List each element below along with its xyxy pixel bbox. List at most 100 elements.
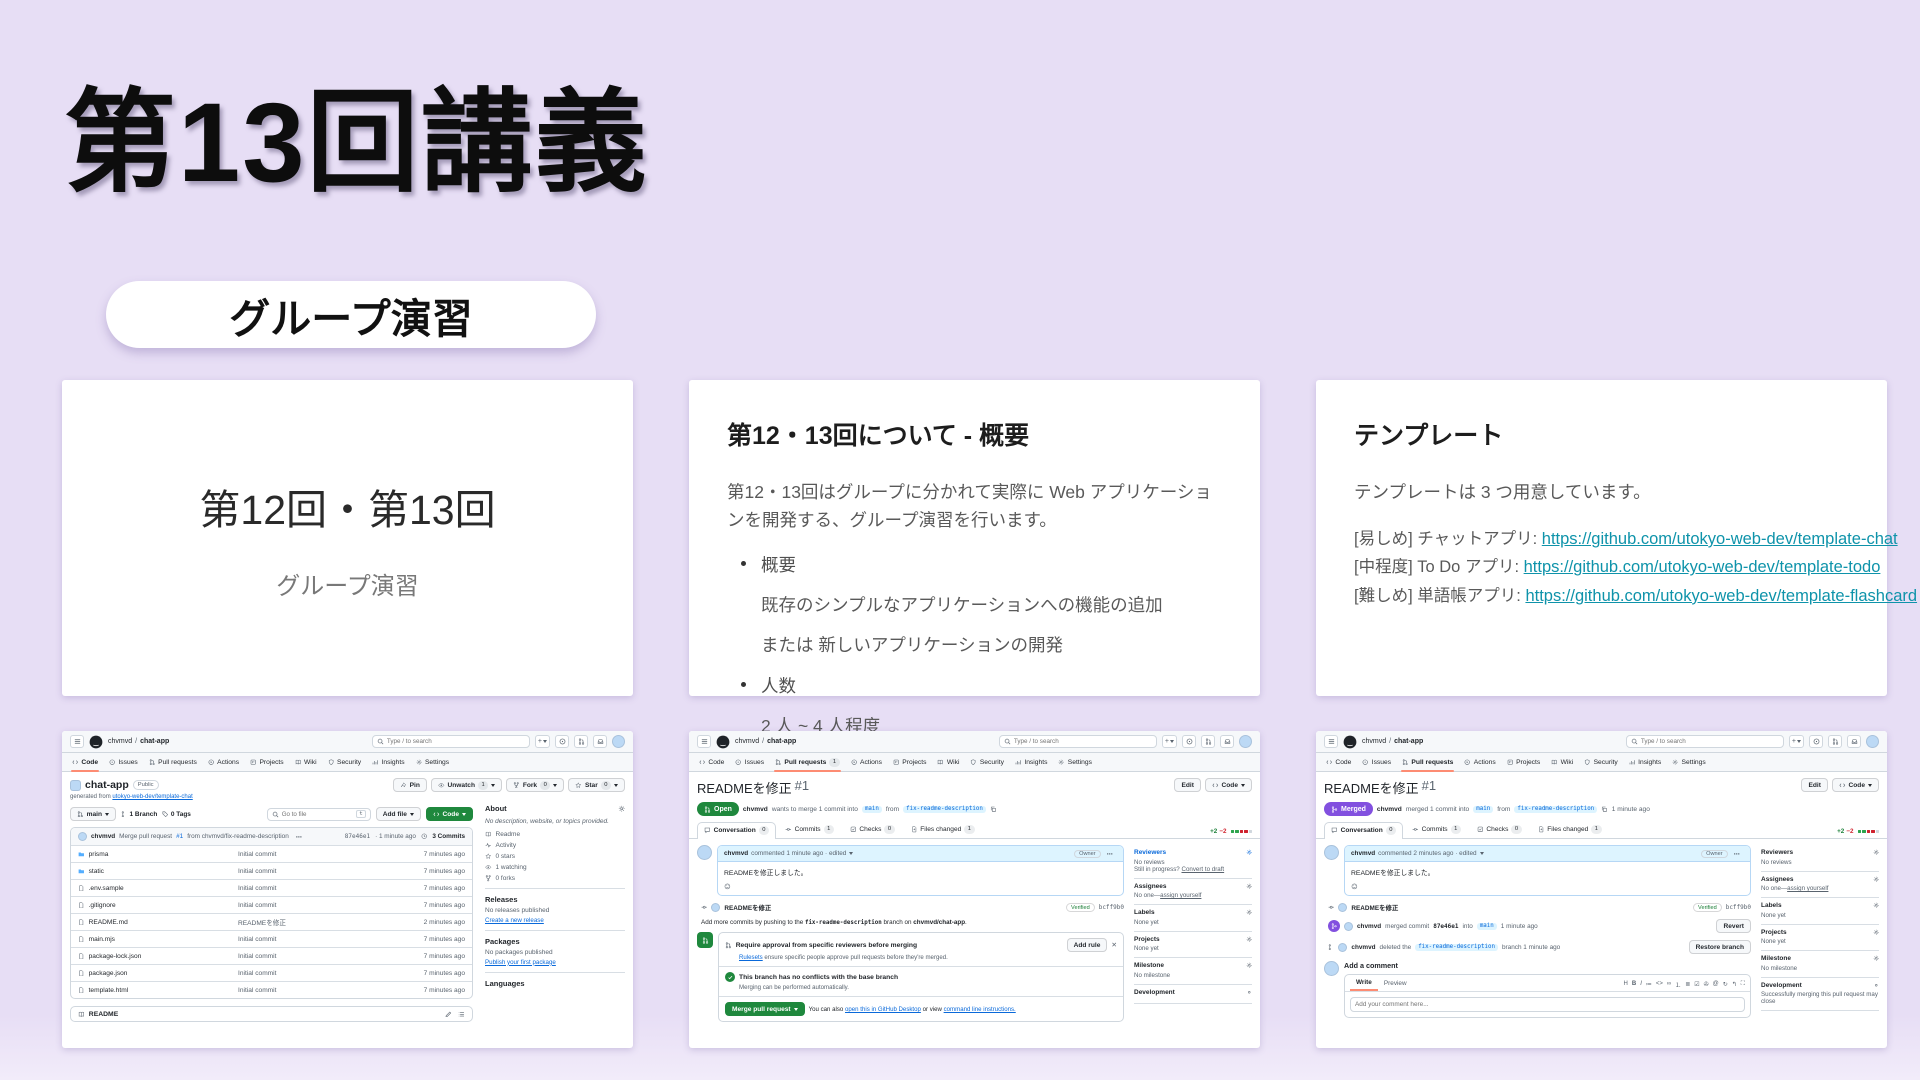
gear-icon[interactable]	[1873, 929, 1880, 936]
copy-icon[interactable]	[990, 806, 997, 813]
template-chat-link[interactable]: https://github.com/utokyo-web-dev/templa…	[1542, 530, 1898, 548]
commit-hash[interactable]: 87e46e1	[345, 833, 370, 840]
breadcrumb[interactable]: chvmvd/chat-app	[1362, 738, 1423, 745]
verified-badge[interactable]: Verified	[1066, 903, 1095, 913]
merge-pull-request-button[interactable]: Merge pull request	[725, 1002, 805, 1016]
tab-issues[interactable]: Issues	[104, 753, 143, 771]
commit-more-button[interactable]: ⋯	[293, 832, 306, 842]
github-logo-icon[interactable]	[89, 735, 103, 749]
releases-title[interactable]: Releases	[485, 895, 625, 904]
publish-package-link[interactable]: Publish your first package	[485, 959, 556, 966]
head-branch-chip[interactable]: fix-readme-description	[1514, 806, 1597, 813]
comment-avatar[interactable]	[1324, 845, 1339, 860]
commit-hash[interactable]: bcff9b0	[1099, 904, 1124, 911]
italic-icon[interactable]: I	[1640, 981, 1642, 987]
cross-reference-icon[interactable]: ↻	[1723, 981, 1728, 988]
tab-checks[interactable]: Checks0	[843, 821, 902, 838]
head-branch-chip[interactable]: fix-readme-description	[903, 806, 986, 813]
go-to-file-search[interactable]: t	[267, 808, 371, 821]
file-row[interactable]: package.jsonInitial commit7 minutes ago	[71, 964, 472, 981]
gear-icon[interactable]	[1873, 876, 1880, 883]
reviewers-title[interactable]: Reviewers	[1134, 849, 1166, 856]
code-icon[interactable]: <>	[1656, 981, 1663, 987]
fullscreen-icon[interactable]: ⛶	[1741, 981, 1745, 988]
readme-label[interactable]: README	[89, 1011, 118, 1018]
convert-to-draft-link[interactable]: Convert to draft	[1181, 866, 1224, 873]
revert-button[interactable]: Revert	[1716, 919, 1751, 933]
copy-icon[interactable]	[1601, 806, 1608, 813]
preview-tab[interactable]: Preview	[1378, 978, 1413, 990]
mention-icon[interactable]: @	[1713, 981, 1719, 987]
about-readme-item[interactable]: Readme	[485, 831, 625, 838]
breadcrumb-owner[interactable]: chvmvd	[108, 738, 132, 745]
tab-pull-requests[interactable]: Pull requests	[1397, 753, 1458, 771]
reply-icon[interactable]: ↰	[1732, 981, 1737, 988]
go-to-file-input[interactable]	[282, 811, 354, 818]
file-row[interactable]: main.mjsInitial commit7 minutes ago	[71, 930, 472, 947]
search-input[interactable]	[1014, 738, 1152, 745]
search-input[interactable]	[1641, 738, 1779, 745]
branches-link[interactable]: 1 Branch	[121, 811, 157, 818]
edit-button[interactable]: Edit	[1174, 778, 1200, 792]
user-avatar[interactable]	[1866, 735, 1879, 748]
pull-requests-icon-button[interactable]	[1828, 735, 1842, 748]
user-avatar[interactable]	[1239, 735, 1252, 748]
tab-actions[interactable]: Actions	[1459, 753, 1500, 771]
repo-name[interactable]: chat-app	[85, 779, 129, 791]
base-branch-chip[interactable]: main	[1473, 806, 1493, 813]
gear-icon[interactable]	[1246, 909, 1253, 916]
star-button[interactable]: Star0	[568, 778, 625, 792]
tab-settings[interactable]: Settings	[1053, 753, 1097, 771]
about-watching-item[interactable]: 1 watching	[485, 864, 625, 871]
gear-icon[interactable]	[1246, 989, 1253, 996]
tab-settings[interactable]: Settings	[411, 753, 455, 771]
fork-button[interactable]: Fork0	[506, 778, 564, 792]
inbox-icon-button[interactable]	[1847, 735, 1861, 748]
close-icon[interactable]: ✕	[1111, 941, 1117, 949]
user-avatar[interactable]	[612, 735, 625, 748]
numbered-list-icon[interactable]: ⒈	[1675, 980, 1681, 989]
comment-author[interactable]: chvmvd	[1351, 850, 1375, 857]
tab-security[interactable]: Security	[323, 753, 367, 771]
pencil-icon[interactable]	[445, 1011, 452, 1018]
global-search[interactable]	[372, 735, 530, 748]
edit-button[interactable]: Edit	[1801, 778, 1827, 792]
breadcrumb[interactable]: chvmvd/chat-app	[108, 738, 169, 745]
tab-pull-requests[interactable]: Pull requests	[144, 753, 202, 771]
template-todo-link[interactable]: https://github.com/utokyo-web-dev/templa…	[1524, 558, 1881, 576]
gear-icon[interactable]	[1873, 849, 1880, 856]
comment-more-button[interactable]: ⋯	[1104, 849, 1117, 859]
global-search[interactable]	[999, 735, 1157, 748]
pin-button[interactable]: Pin	[393, 778, 427, 792]
breadcrumb-repo[interactable]: chat-app	[140, 738, 169, 745]
unwatch-button[interactable]: Unwatch1	[431, 778, 502, 792]
code-button[interactable]: Code	[1205, 778, 1252, 792]
tab-wiki[interactable]: Wiki	[1546, 753, 1578, 771]
code-button[interactable]: Code	[426, 807, 473, 821]
issues-icon-button[interactable]	[555, 735, 569, 748]
tab-commits[interactable]: Commits1	[1405, 821, 1468, 838]
heading-icon[interactable]: H	[1624, 981, 1628, 987]
github-logo-icon[interactable]	[1343, 735, 1357, 749]
global-search[interactable]	[1626, 735, 1784, 748]
file-row[interactable]: README.mdREADMEを修正2 minutes ago	[71, 913, 472, 930]
hamburger-menu-button[interactable]	[70, 735, 84, 748]
tab-insights[interactable]: Insights	[1010, 753, 1052, 771]
file-row[interactable]: template.htmlInitial commit7 minutes ago	[71, 981, 472, 998]
commits-count[interactable]: 3 Commits	[432, 833, 465, 840]
comment-input[interactable]	[1350, 997, 1745, 1012]
verified-badge[interactable]: Verified	[1693, 903, 1722, 913]
emoji-reaction-button[interactable]	[724, 883, 731, 890]
tab-actions[interactable]: Actions	[203, 753, 244, 771]
template-flashcard-link[interactable]: https://github.com/utokyo-web-dev/templa…	[1525, 587, 1917, 605]
tab-commits[interactable]: Commits1	[778, 821, 841, 838]
packages-title[interactable]: Packages	[485, 937, 625, 946]
create-release-link[interactable]: Create a new release	[485, 917, 544, 924]
comment-avatar[interactable]	[697, 845, 712, 860]
base-branch-chip[interactable]: main	[1477, 923, 1497, 930]
tab-wiki[interactable]: Wiki	[932, 753, 964, 771]
file-row[interactable]: .gitignoreInitial commit7 minutes ago	[71, 896, 472, 913]
issues-icon-button[interactable]	[1182, 735, 1196, 748]
file-row[interactable]: prismaInitial commit7 minutes ago	[71, 845, 472, 862]
pr-author[interactable]: chvmvd	[1377, 806, 1402, 813]
